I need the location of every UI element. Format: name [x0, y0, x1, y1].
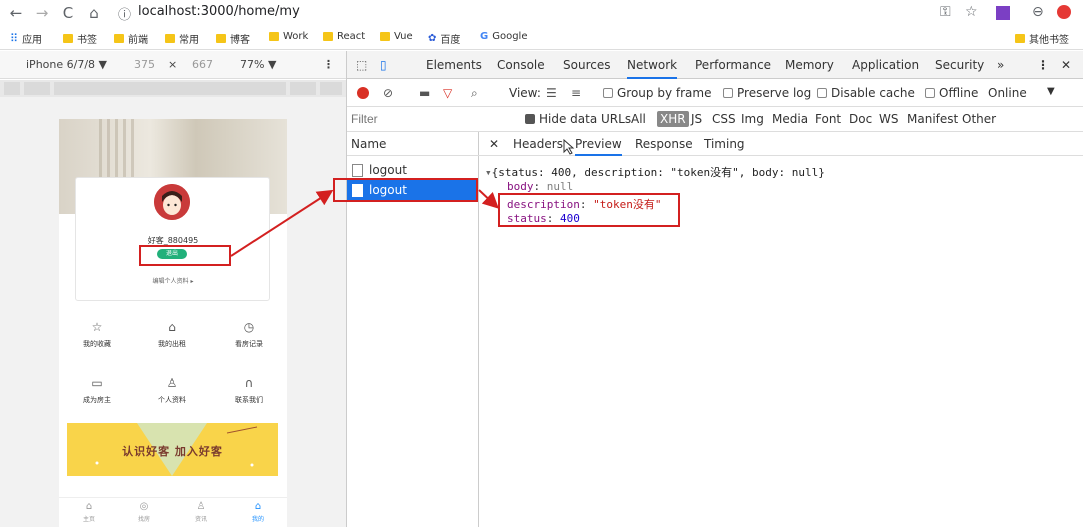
annotation-arrows	[230, 189, 499, 257]
annotation-arrow	[230, 189, 334, 257]
mouse-cursor-icon	[563, 139, 575, 155]
annotation-arrow	[478, 189, 499, 209]
